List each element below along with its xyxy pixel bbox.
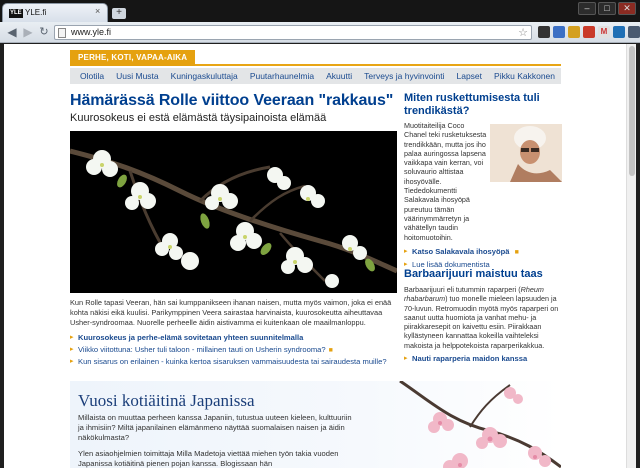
- window-controls: – □ ✕: [578, 2, 636, 15]
- section-bar: PERHE, KOTI, VAPAA-AIKA: [70, 50, 561, 66]
- forward-arrow-icon[interactable]: ▶: [20, 24, 36, 40]
- sidebar-text-part: ) tuo monelle mieleen lapsuuden ja 70-lu…: [404, 294, 559, 350]
- promo-text: Millaista on muuttaa perheen kanssa Japa…: [78, 413, 352, 442]
- subnav-item[interactable]: Pikku Kakkonen: [488, 68, 561, 84]
- extension-icon[interactable]: [628, 26, 640, 38]
- sidebar-text-part: Barbaarijuuri eli tutummin raparperi (: [404, 285, 521, 294]
- subnav-item[interactable]: Akuutti: [320, 68, 358, 84]
- tab-title: YLE.fi: [25, 8, 47, 17]
- scrollbar-thumb[interactable]: [629, 46, 635, 176]
- sidebar-story-rhubarb: Barbaarijuuri maistuu taas Barbaarijuuri…: [404, 268, 562, 365]
- back-arrow-icon[interactable]: ◀: [4, 24, 20, 40]
- related-link[interactable]: ▸ Kun sisarus on erilainen - kuinka kerto…: [70, 356, 400, 368]
- reload-icon[interactable]: ↻: [36, 24, 52, 40]
- woman-portrait-illustration: [490, 124, 562, 182]
- sidebar-headline[interactable]: Barbaarijuuri maistuu taas: [404, 268, 562, 281]
- new-tab-button[interactable]: +: [112, 8, 126, 19]
- video-camera-icon: ■: [514, 248, 519, 256]
- main-subheadline: Kuurosokeus ei estä elämästä täysipainoi…: [70, 112, 327, 124]
- related-link-label: Viikko viitottuna: Usher tuli taloon - m…: [78, 345, 326, 354]
- browser-tab[interactable]: YLE YLE.fi ×: [2, 3, 108, 22]
- minimize-button[interactable]: –: [578, 2, 596, 15]
- subnav-item[interactable]: Terveys ja hyvinvointi: [358, 68, 450, 84]
- sidebar-link-rhubarb[interactable]: ▸ Nauti raparperia maidon kanssa: [404, 353, 562, 365]
- sidebar-link-label: Katso Salakavala ihosyöpä: [412, 246, 510, 256]
- address-url[interactable]: www.yle.fi: [71, 27, 111, 37]
- promo-japan[interactable]: Vuosi kotiäitinä Japanissa Millaista on …: [70, 381, 561, 468]
- arrow-icon: ▸: [70, 334, 74, 341]
- page-icon: [58, 28, 66, 38]
- related-link[interactable]: ▸ Kuurosokeus ja perhe-elämä sovitetaan y…: [70, 332, 400, 344]
- sidebar-story-tanning: Miten ruskettumisesta tuli trendikästä? …: [404, 92, 562, 271]
- subnav-item[interactable]: Kuningaskuluttaja: [165, 68, 244, 84]
- section-label[interactable]: PERHE, KOTI, VAPAA-AIKA: [70, 50, 196, 66]
- main-body-text: Kun Rolle tapasi Veeran, hän sai kumppan…: [70, 298, 392, 327]
- subnav-list: Olotila Uusi Musta Kuningaskuluttaja Puutar…: [70, 68, 561, 84]
- sub-navigation: Olotila Uusi Musta Kuningaskuluttaja Puutar…: [70, 68, 561, 84]
- hero-image[interactable]: [70, 131, 397, 293]
- subnav-item[interactable]: Lapset: [450, 68, 488, 84]
- page-viewport: PERHE, KOTI, VAPAA-AIKA Olotila Uusi Must…: [4, 44, 636, 468]
- related-link-label: Kuurosokeus ja perhe-elämä sovitetaan yh…: [78, 333, 304, 342]
- arrow-icon: ▸: [70, 346, 74, 353]
- main-headline[interactable]: Hämärässä Rolle viittoo Veeraan "rakkaus…: [70, 92, 393, 110]
- vertical-scrollbar[interactable]: [626, 44, 636, 468]
- sidebar-headline[interactable]: Miten ruskettumisesta tuli trendikästä?: [404, 92, 562, 118]
- subnav-item[interactable]: Uusi Musta: [110, 68, 165, 84]
- maximize-button[interactable]: □: [598, 2, 616, 15]
- sidebar-text: Barbaarijuuri eli tutummin raparperi (Rh…: [404, 285, 562, 350]
- extension-icon[interactable]: [568, 26, 580, 38]
- arrow-icon: ▸: [70, 358, 74, 365]
- related-links: ▸ Kuurosokeus ja perhe-elämä sovitetaan y…: [70, 332, 400, 368]
- related-link-label: Kun sisarus on erilainen - kuinka kertoa…: [78, 357, 387, 366]
- bookmark-star-icon[interactable]: ☆: [518, 26, 528, 39]
- arrow-icon: ▸: [404, 355, 408, 363]
- subnav-item[interactable]: Olotila: [74, 68, 110, 84]
- sidebar-link-label: Nauti raparperia maidon kanssa: [412, 354, 528, 364]
- browser-toolbar: ◀ ▶ ↻ www.yle.fi ☆ M: [0, 22, 640, 43]
- tab-strip: YLE YLE.fi × + – □ ✕: [0, 0, 640, 22]
- subnav-item[interactable]: Puutarhaunelmia: [244, 68, 320, 84]
- mail-icon[interactable]: M: [598, 26, 610, 38]
- extension-icon[interactable]: [613, 26, 625, 38]
- related-link[interactable]: ▸ Viikko viitottuna: Usher tuli taloon - …: [70, 344, 400, 356]
- blossom-branch-illustration: [70, 131, 397, 293]
- extension-icon[interactable]: [583, 26, 595, 38]
- extension-icon[interactable]: [553, 26, 565, 38]
- promo-text-2: Ylen asiaohjelmien toimittaja Milla Made…: [78, 449, 339, 468]
- yle-favicon-icon: YLE: [9, 9, 23, 18]
- address-bar[interactable]: www.yle.fi ☆: [54, 25, 532, 40]
- tab-close-icon[interactable]: ×: [95, 6, 100, 16]
- close-window-button[interactable]: ✕: [618, 2, 636, 15]
- arrow-icon: ▸: [404, 247, 408, 255]
- promo-title[interactable]: Vuosi kotiäitinä Japanissa: [78, 391, 255, 411]
- cherry-blossom-illustration: [399, 381, 561, 468]
- sidebar-thumbnail[interactable]: [490, 124, 562, 182]
- browser-window: YLE YLE.fi × + – □ ✕ ◀ ▶ ↻ www.yle.fi ☆ …: [0, 0, 640, 468]
- extension-icons: M: [538, 26, 640, 38]
- sidebar-text-start: Muotitaiteilija Coco Chanel teki rusketu…: [404, 121, 487, 242]
- sidebar-link-watch[interactable]: ▸ Katso Salakavala ihosyöpä ■: [404, 246, 562, 259]
- extension-icon[interactable]: [538, 26, 550, 38]
